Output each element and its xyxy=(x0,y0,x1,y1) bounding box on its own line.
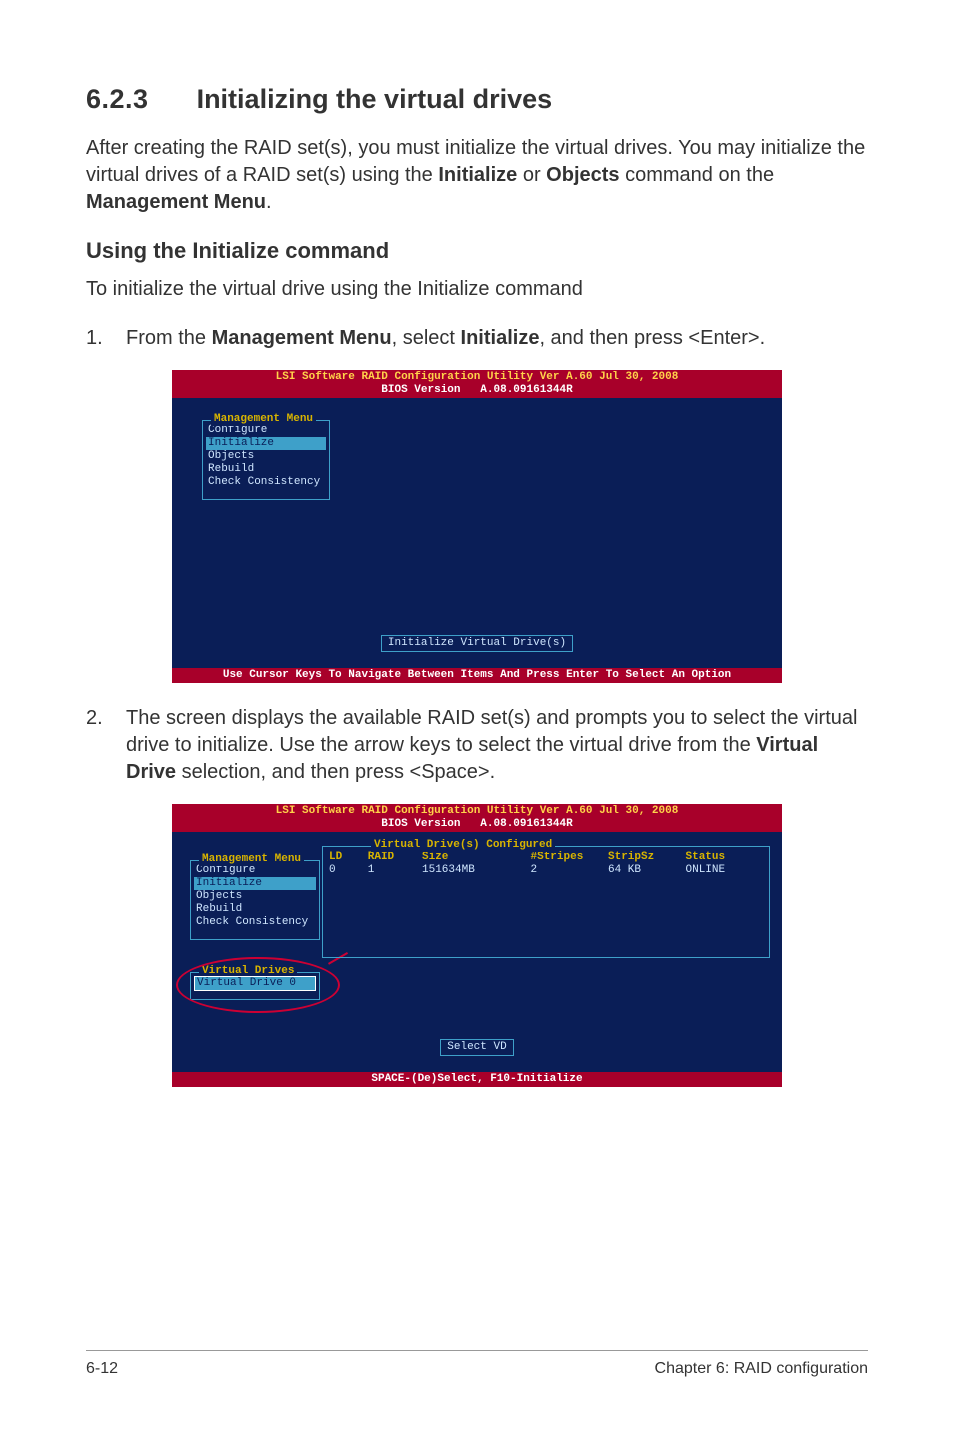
step1-mid: , select xyxy=(392,327,461,349)
bios2-hdr-status: Status xyxy=(686,851,764,864)
intro-bold-initialize: Initialize xyxy=(438,164,517,186)
intro-text-3: command on the xyxy=(620,164,775,186)
bios2-vd-item: Virtual Drive 0 xyxy=(194,976,316,991)
bios1-item-rebuild: Rebuild xyxy=(206,463,326,476)
section-title-text: Initializing the virtual drives xyxy=(197,84,553,114)
step-1-text: From the Management Menu, select Initial… xyxy=(126,325,868,352)
bios2-menu-label: Management Menu xyxy=(199,853,304,866)
step1-b2: Initialize xyxy=(461,327,540,349)
intro-text-2: or xyxy=(517,164,546,186)
bios2-row-status: ONLINE xyxy=(686,864,764,877)
document-page: 6.2.3 Initializing the virtual drives Aft… xyxy=(0,0,954,1438)
step2-pre: The screen displays the available RAID s… xyxy=(126,707,857,756)
section-heading: 6.2.3 Initializing the virtual drives xyxy=(86,84,868,115)
bios2-item-rebuild: Rebuild xyxy=(194,903,316,916)
bios1-center-wrap: Initialize Virtual Drive(s) xyxy=(172,635,782,652)
bios2-virtual-drives-box: Virtual Drives Virtual Drive 0 xyxy=(190,972,320,1000)
bios2-hdr-stripes: #Stripes xyxy=(531,851,609,864)
bios2-hdr-ld: LD xyxy=(329,851,368,864)
bios2-center-wrap: Select VD xyxy=(172,1039,782,1056)
bios2-row-ld: 0 xyxy=(329,864,368,877)
intro-paragraph: After creating the RAID set(s), you must… xyxy=(86,135,868,216)
bios2-row-stripsz: 64 KB xyxy=(608,864,686,877)
bios2-item-objects: Objects xyxy=(194,890,316,903)
subheading: Using the Initialize command xyxy=(86,238,868,264)
bios2-bottombar: SPACE-(De)Select, F10-Initialize xyxy=(172,1072,782,1087)
bios2-item-check: Check Consistency xyxy=(194,916,316,929)
step1-pre: From the xyxy=(126,327,212,349)
bios1-center-box: Initialize Virtual Drive(s) xyxy=(381,635,573,652)
bios1-titlebar: LSI Software RAID Configuration Utility … xyxy=(172,370,782,398)
bios2-row-stripes: 2 xyxy=(531,864,609,877)
bios2-row-size: 151634MB xyxy=(422,864,531,877)
bios2-management-menu: Management Menu Configure Initialize Obj… xyxy=(190,860,320,940)
bios2-table-frame: Virtual Drive(s) Configured LD RAID Size… xyxy=(322,846,770,958)
bios-screenshot-1: LSI Software RAID Configuration Utility … xyxy=(172,370,782,683)
bios1-menu-label: Management Menu xyxy=(211,413,316,426)
bios1-item-check: Check Consistency xyxy=(206,476,326,489)
bios1-item-initialize: Initialize xyxy=(206,437,326,450)
bios2-titlebar: LSI Software RAID Configuration Utility … xyxy=(172,804,782,832)
bios2-title-line2: BIOS Version A.08.09161344R xyxy=(381,818,572,830)
footer-rule xyxy=(86,1350,868,1351)
step2-post: selection, and then press <Space>. xyxy=(176,761,495,783)
step-list-2: 2. The screen displays the available RAI… xyxy=(86,705,868,786)
bios2-table-header: LD RAID Size #Stripes StripSz Status xyxy=(329,851,763,864)
bios2-title-line1: LSI Software RAID Configuration Utility … xyxy=(276,805,679,817)
footer-left: 6-12 xyxy=(86,1360,118,1378)
step1-b1: Management Menu xyxy=(212,327,392,349)
section-number: 6.2.3 xyxy=(86,84,149,115)
bios2-menu-items: Configure Initialize Objects Rebuild Che… xyxy=(191,861,319,932)
bios2-hdr-size: Size xyxy=(422,851,531,864)
page-footer: 6-12 Chapter 6: RAID configuration xyxy=(86,1360,868,1378)
bios2-item-initialize: Initialize xyxy=(194,877,316,890)
bios1-title-line1: LSI Software RAID Configuration Utility … xyxy=(276,371,679,383)
bios1-bottombar: Use Cursor Keys To Navigate Between Item… xyxy=(172,668,782,683)
intro-bold-menu: Management Menu xyxy=(86,191,266,213)
bios1-title-line2: BIOS Version A.08.09161344R xyxy=(381,384,572,396)
step1-post: , and then press <Enter>. xyxy=(539,327,765,349)
sub-line: To initialize the virtual drive using th… xyxy=(86,276,868,303)
bios1-management-menu: Management Menu Configure Initialize Obj… xyxy=(202,420,330,500)
bios1-menu-items: Configure Initialize Objects Rebuild Che… xyxy=(203,421,329,492)
bios1-item-objects: Objects xyxy=(206,450,326,463)
footer-right: Chapter 6: RAID configuration xyxy=(655,1360,868,1378)
intro-bold-objects: Objects xyxy=(546,164,619,186)
bios2-hdr-raid: RAID xyxy=(368,851,422,864)
bios1-body: Management Menu Configure Initialize Obj… xyxy=(172,398,782,668)
bios2-table-label: Virtual Drive(s) Configured xyxy=(371,839,555,852)
bios2-body: Management Menu Configure Initialize Obj… xyxy=(172,832,782,1072)
bios2-row-raid: 1 xyxy=(368,864,422,877)
bios-screenshot-2: LSI Software RAID Configuration Utility … xyxy=(172,804,782,1087)
bios2-table: LD RAID Size #Stripes StripSz Status 0 1… xyxy=(323,847,769,881)
step-1: 1. From the Management Menu, select Init… xyxy=(86,325,868,352)
bios2-table-row: 0 1 151634MB 2 64 KB ONLINE xyxy=(329,864,763,877)
step-list: 1. From the Management Menu, select Init… xyxy=(86,325,868,352)
intro-text-4: . xyxy=(266,191,272,213)
step-2: 2. The screen displays the available RAI… xyxy=(86,705,868,786)
bios2-hdr-stripsz: StripSz xyxy=(608,851,686,864)
bios2-center-box: Select VD xyxy=(440,1039,513,1056)
step-2-num: 2. xyxy=(86,705,126,786)
step-2-text: The screen displays the available RAID s… xyxy=(126,705,868,786)
step-1-num: 1. xyxy=(86,325,126,352)
